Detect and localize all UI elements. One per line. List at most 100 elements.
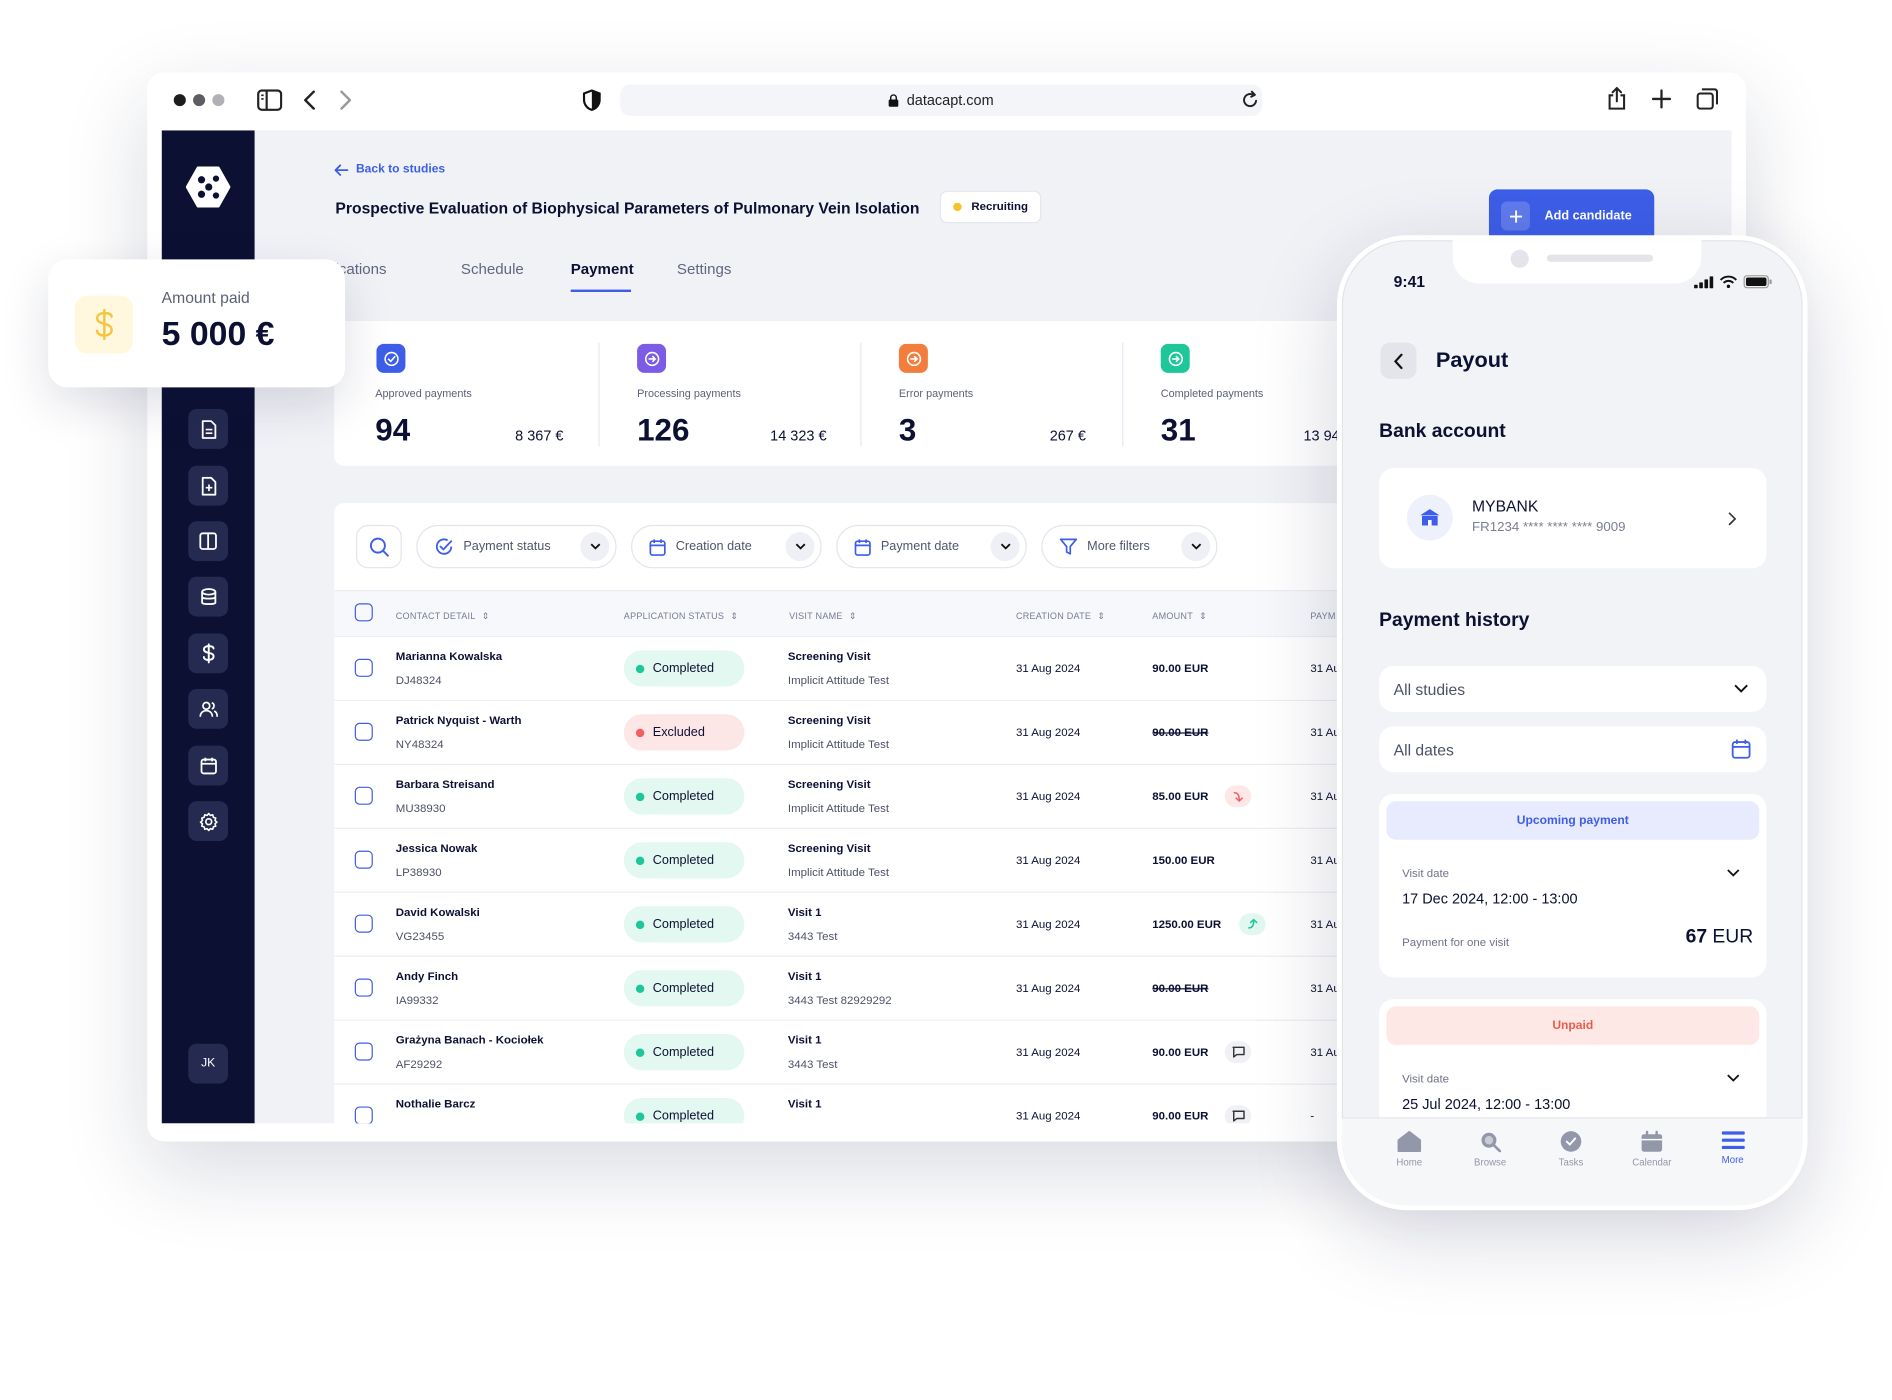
phone-time: 9:41 bbox=[1393, 272, 1426, 291]
new-tab-icon[interactable] bbox=[1651, 89, 1672, 109]
bank-name: MYBANK bbox=[1472, 497, 1539, 516]
contact-name: Jessica Nowak bbox=[395, 842, 478, 856]
payment-date: 31 Au bbox=[1310, 790, 1340, 804]
divider bbox=[598, 342, 600, 447]
nav-more[interactable]: More bbox=[1696, 1131, 1768, 1166]
dates-select[interactable]: All dates bbox=[1379, 726, 1767, 773]
sidebar-toggle-icon[interactable] bbox=[257, 89, 283, 111]
payment-for-visit-label: Payment for one visit bbox=[1402, 936, 1510, 950]
sidebar-dollar-icon[interactable] bbox=[188, 633, 229, 674]
comment-icon[interactable] bbox=[1225, 1105, 1252, 1124]
column-header-visit[interactable]: VISIT NAME ⇕ bbox=[789, 611, 856, 622]
window-minimize-dot[interactable] bbox=[193, 94, 206, 107]
bank-account-card[interactable]: MYBANK FR1234 **** **** **** 9009 bbox=[1379, 468, 1767, 569]
stat-amount: 14 323 € bbox=[770, 427, 827, 445]
nav-tasks[interactable]: Tasks bbox=[1535, 1131, 1607, 1168]
chevron-down-icon[interactable] bbox=[1727, 1074, 1740, 1082]
contact-name: Patrick Nyquist - Warth bbox=[395, 714, 522, 728]
sidebar-document-plus-icon[interactable] bbox=[188, 465, 229, 506]
user-avatar[interactable]: JK bbox=[188, 1043, 229, 1084]
visit-name: Visit 1 bbox=[787, 1098, 822, 1112]
sidebar-users-icon[interactable] bbox=[188, 688, 229, 729]
table-row[interactable]: David Kowalski VG23455 Completed Visit 1 344… bbox=[334, 891, 1360, 956]
arrow-down-icon[interactable] bbox=[1225, 785, 1252, 808]
window-zoom-dot[interactable] bbox=[212, 94, 225, 107]
column-header-status[interactable]: APPLICATION STATUS ⇕ bbox=[624, 611, 738, 622]
phone-back-button[interactable] bbox=[1380, 342, 1417, 379]
contact-name: Grażyna Banach - Kociołek bbox=[395, 1034, 544, 1048]
search-button[interactable] bbox=[355, 524, 402, 569]
payment-status-filter[interactable]: Payment status bbox=[416, 524, 617, 569]
tab-payment[interactable]: Payment bbox=[571, 261, 634, 278]
column-header-payment[interactable]: PAYM bbox=[1310, 611, 1335, 622]
sidebar-calendar-icon[interactable] bbox=[188, 745, 229, 786]
status-badge: Completed bbox=[623, 906, 745, 943]
row-checkbox[interactable] bbox=[354, 850, 373, 869]
creation-date: 31 Aug 2024 bbox=[1015, 662, 1081, 676]
privacy-shield-icon[interactable] bbox=[582, 89, 601, 111]
datacapt-logo-icon[interactable] bbox=[185, 165, 231, 208]
browser-back-icon[interactable] bbox=[303, 90, 317, 110]
upcoming-payment-card: Upcoming payment Visit date 17 Dec 2024,… bbox=[1379, 793, 1767, 978]
column-header-amount[interactable]: AMOUNT ⇕ bbox=[1152, 611, 1207, 622]
reload-icon[interactable] bbox=[1242, 90, 1259, 108]
studies-select[interactable]: All studies bbox=[1379, 666, 1767, 712]
table-row[interactable]: Marianna Kowalska DJ48324 Completed Screeni… bbox=[334, 635, 1360, 700]
completed-arrow-icon bbox=[1160, 343, 1190, 373]
row-checkbox[interactable] bbox=[354, 722, 373, 741]
nav-calendar[interactable]: Calendar bbox=[1616, 1130, 1688, 1168]
phone-page-title: Payout bbox=[1435, 347, 1509, 372]
payment-date: 31 Au bbox=[1310, 662, 1340, 676]
row-checkbox[interactable] bbox=[354, 786, 373, 805]
select-all-checkbox[interactable] bbox=[354, 603, 373, 622]
sidebar-layout-icon[interactable] bbox=[188, 521, 229, 562]
table-row[interactable]: Nothalie Barcz Completed Visit 1 31 Aug 202… bbox=[334, 1083, 1360, 1124]
column-header-contact[interactable]: CONTACT DETAIL ⇕ bbox=[396, 611, 490, 622]
row-checkbox[interactable] bbox=[354, 1042, 373, 1061]
row-checkbox[interactable] bbox=[354, 978, 373, 997]
sidebar-gear-icon[interactable] bbox=[188, 801, 229, 842]
table-row[interactable]: Andy Finch IA99332 Completed Visit 1 3443 Te… bbox=[334, 955, 1360, 1020]
chevron-down-icon[interactable] bbox=[1727, 869, 1740, 877]
amount: 90.00 EUR bbox=[1152, 1110, 1209, 1124]
table-row[interactable]: Grażyna Banach - Kociołek AF29292 Complete… bbox=[334, 1019, 1360, 1084]
stat-count: 3 bbox=[898, 411, 917, 448]
sidebar-database-icon[interactable] bbox=[188, 576, 229, 617]
tabs-overview-icon[interactable] bbox=[1696, 88, 1719, 110]
tab-settings[interactable]: Settings bbox=[677, 261, 732, 278]
address-bar[interactable]: datacapt.com bbox=[620, 84, 1263, 116]
row-checkbox[interactable] bbox=[354, 1106, 373, 1124]
nav-home[interactable]: Home bbox=[1373, 1130, 1445, 1168]
payment-date-filter[interactable]: Payment date bbox=[836, 524, 1027, 569]
tab-schedule[interactable]: Schedule bbox=[461, 261, 524, 278]
nav-browse[interactable]: Browse bbox=[1454, 1131, 1526, 1168]
comment-icon[interactable] bbox=[1225, 1041, 1252, 1064]
table-row[interactable]: Barbara Streisand MU38930 Completed Screeni… bbox=[334, 763, 1360, 828]
table-row[interactable]: Patrick Nyquist - Warth NY48324 Excluded Sc… bbox=[334, 699, 1360, 764]
amount: 85.00 EUR bbox=[1152, 790, 1209, 804]
back-to-studies-link[interactable]: Back to studies bbox=[334, 163, 445, 176]
window-close-dot[interactable] bbox=[173, 94, 186, 107]
chevron-down-icon bbox=[785, 532, 815, 562]
more-filters-button[interactable]: More filters bbox=[1041, 524, 1218, 569]
chevron-down-icon bbox=[990, 532, 1020, 562]
creation-date-filter[interactable]: Creation date bbox=[631, 524, 822, 569]
browser-forward-icon[interactable] bbox=[338, 90, 352, 110]
bank-iban: FR1234 **** **** **** 9009 bbox=[1472, 520, 1626, 535]
table-row[interactable]: Jessica Nowak LP38930 Completed Screening V… bbox=[334, 827, 1360, 892]
mobile-phone: 9:41 Payout Bank account MYBANK FR1234 *… bbox=[1336, 235, 1808, 1211]
creation-date: 31 Aug 2024 bbox=[1015, 982, 1081, 996]
sidebar-document-icon[interactable] bbox=[188, 409, 229, 449]
stat-count: 31 bbox=[1160, 411, 1196, 448]
contact-id: IA99332 bbox=[395, 994, 439, 1008]
row-checkbox[interactable] bbox=[354, 658, 373, 677]
stat-count: 94 bbox=[375, 411, 411, 448]
arrow-up-icon[interactable] bbox=[1238, 913, 1266, 936]
share-icon[interactable] bbox=[1607, 86, 1626, 111]
stat-amount: 267 € bbox=[1049, 427, 1086, 445]
check-circle-icon bbox=[435, 538, 453, 555]
visit-subtitle: 3443 Test 82929292 bbox=[787, 994, 892, 1008]
row-checkbox[interactable] bbox=[354, 914, 373, 933]
chevron-right-icon bbox=[1728, 512, 1737, 526]
column-header-created[interactable]: CREATION DATE ⇕ bbox=[1016, 611, 1105, 622]
